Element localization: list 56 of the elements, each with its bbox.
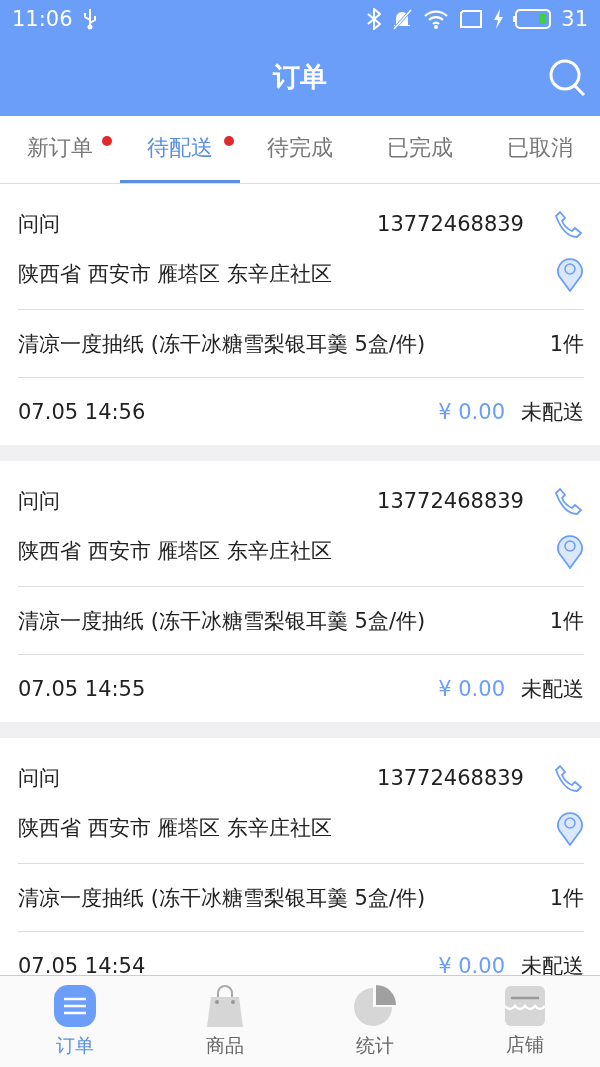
quantity: 1件 [549, 884, 584, 912]
order-tab[interactable]: 已完成 [360, 116, 480, 183]
delivery-status: 未配送 [521, 952, 584, 975]
phone-icon[interactable] [554, 209, 584, 239]
order-tab[interactable]: 新订单 [0, 116, 120, 183]
battery-icon [513, 9, 552, 29]
delivery-address: 陕西省 西安市 雁塔区 东辛庄社区 [18, 815, 333, 842]
order-card[interactable]: 问问 13772468839 陕西省 西安市 雁塔区 东辛庄社区 清凉一度抽纸 (冻干冰糖雪梨银耳羹 5盒/件) 1件 07.05 14:55 ¥ 0.00 未配送 [0, 461, 600, 722]
store-icon [505, 985, 545, 1026]
product-name: 清凉一度抽纸 (冻干冰糖雪梨银耳羹 5盒/件) [18, 330, 426, 358]
phone-icon[interactable] [554, 763, 584, 793]
page-title: 订单 [273, 60, 327, 94]
delivery-status: 未配送 [521, 675, 584, 703]
order-price: ¥ 0.00 [438, 399, 505, 424]
delivery-address: 陕西省 西安市 雁塔区 东辛庄社区 [18, 538, 333, 565]
location-pin-icon[interactable] [556, 810, 584, 846]
customer-name: 问问 [18, 211, 60, 238]
shopping-bag-icon [206, 984, 244, 1027]
order-time: 07.05 14:55 [18, 676, 146, 701]
nav-tab[interactable]: 商品 [150, 976, 300, 1067]
tablet-icon [459, 9, 484, 29]
muted-bell-icon [391, 8, 414, 30]
order-price: ¥ 0.00 [438, 676, 505, 701]
order-tab[interactable]: 已取消 [480, 116, 600, 183]
location-pin-icon[interactable] [556, 533, 584, 569]
phone-number: 13772468839 [377, 212, 524, 236]
usb-icon [82, 8, 97, 30]
pie-chart-icon [354, 984, 396, 1027]
delivery-status: 未配送 [521, 398, 584, 426]
order-card[interactable]: 问问 13772468839 陕西省 西安市 雁塔区 东辛庄社区 清凉一度抽纸 (冻干冰糖雪梨银耳羹 5盒/件) 1件 07.05 14:54 ¥ 0.00 未配送 [0, 738, 600, 975]
delivery-address: 陕西省 西安市 雁塔区 东辛庄社区 [18, 261, 333, 288]
menu-icon [54, 984, 96, 1027]
nav-tab[interactable]: 店铺 [450, 976, 600, 1067]
quantity: 1件 [549, 330, 584, 358]
quantity: 1件 [549, 607, 584, 635]
wifi-icon [423, 8, 450, 30]
status-time: 11:06 [12, 7, 73, 31]
product-name: 清凉一度抽纸 (冻干冰糖雪梨银耳羹 5盒/件) [18, 884, 426, 912]
customer-name: 问问 [18, 765, 60, 792]
customer-name: 问问 [18, 488, 60, 515]
search-icon[interactable] [548, 58, 588, 98]
phone-number: 13772468839 [377, 766, 524, 790]
location-pin-icon[interactable] [556, 256, 584, 292]
phone-icon[interactable] [554, 486, 584, 516]
battery-level-text: 31 [561, 7, 588, 31]
order-time: 07.05 14:54 [18, 953, 146, 975]
phone-number: 13772468839 [377, 489, 524, 513]
order-tab[interactable]: 待完成 [240, 116, 360, 183]
nav-tab[interactable]: 统计 [300, 976, 450, 1067]
order-time: 07.05 14:56 [18, 399, 146, 424]
product-name: 清凉一度抽纸 (冻干冰糖雪梨银耳羹 5盒/件) [18, 607, 426, 635]
order-card[interactable]: 问问 13772468839 陕西省 西安市 雁塔区 东辛庄社区 清凉一度抽纸 (冻干冰糖雪梨银耳羹 5盒/件) 1件 07.05 14:56 ¥ 0.00 未配送 [0, 184, 600, 445]
nav-tab[interactable]: 订单 [0, 976, 150, 1067]
lightning-icon [493, 9, 504, 29]
bluetooth-icon [367, 8, 382, 30]
order-price: ¥ 0.00 [438, 953, 505, 975]
